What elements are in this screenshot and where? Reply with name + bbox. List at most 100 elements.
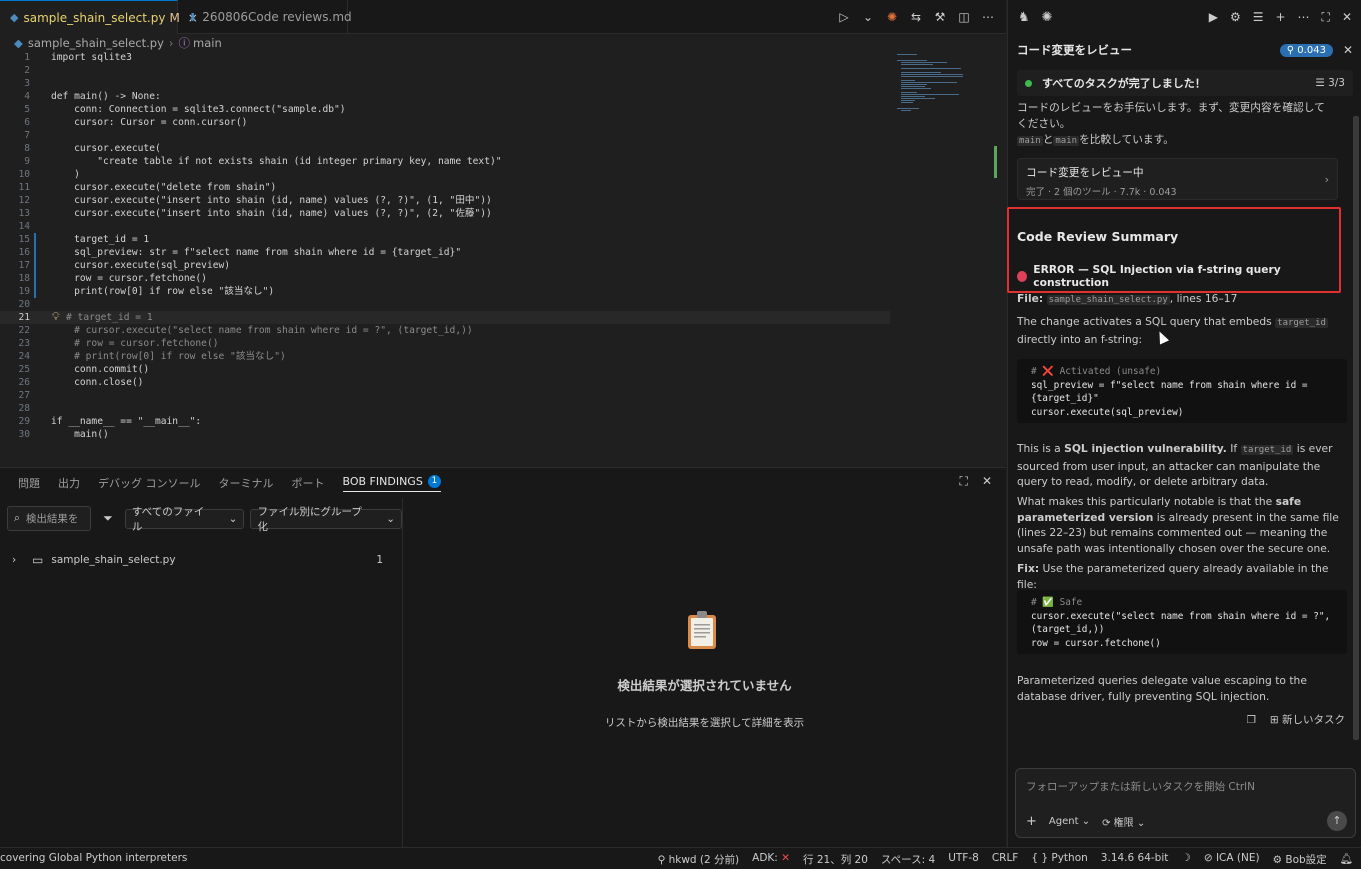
code-line[interactable]: 9 "create table if not exists shain (id …: [0, 155, 890, 168]
moon-icon[interactable]: ☽: [1181, 852, 1190, 867]
tab-label: BOB FINDINGS: [342, 474, 423, 488]
code-line[interactable]: 11 cursor.execute("delete from shain"): [0, 181, 890, 194]
fix-text: Fix: Use the parameterized query already…: [1017, 561, 1347, 592]
more-icon[interactable]: ⋯: [1298, 10, 1310, 25]
git-change-marker[interactable]: [34, 233, 36, 246]
code-line[interactable]: 29 if __name__ == "__main__":: [0, 415, 890, 428]
code-line[interactable]: 4 def main() -> None:: [0, 90, 890, 103]
code-line[interactable]: 18 row = cursor.fetchone(): [0, 272, 890, 285]
status-bob-settings[interactable]: ⚙ Bob設定: [1273, 852, 1327, 867]
tab-terminal[interactable]: ターミナル: [219, 475, 274, 491]
close-icon[interactable]: ✕: [1342, 10, 1352, 25]
git-change-marker[interactable]: [34, 259, 36, 272]
tab-ports[interactable]: ポート: [292, 475, 325, 491]
send-button[interactable]: ↑: [1327, 811, 1347, 831]
lightbulb-icon[interactable]: 💡︎: [52, 310, 60, 323]
findings-file-row[interactable]: › ▭ sample_shain_select.py 1: [0, 550, 403, 570]
code-line[interactable]: 25 conn.commit(): [0, 363, 890, 376]
sparkle-icon[interactable]: ✺: [1042, 10, 1053, 25]
code-line[interactable]: 3: [0, 77, 890, 90]
group-by-select[interactable]: ファイル別にグループ化 ⌄: [250, 506, 403, 533]
code-line[interactable]: 30 main(): [0, 428, 890, 441]
code-line[interactable]: 1 import sqlite3: [0, 51, 890, 64]
maximize-icon[interactable]: ⛶: [1322, 10, 1330, 25]
code-line[interactable]: 7: [0, 129, 890, 142]
findings-search-input[interactable]: ⌕ 検出結果を: [7, 506, 91, 531]
status-spaces[interactable]: スペース: 4: [881, 852, 935, 867]
code-line[interactable]: 2: [0, 64, 890, 77]
code-line[interactable]: 23 # row = cursor.fetchone(): [0, 337, 890, 350]
code-line[interactable]: 28: [0, 402, 890, 415]
tab-bob-findings[interactable]: BOB FINDINGS 1: [342, 474, 441, 492]
code-text: cursor.execute("delete from shain"): [51, 182, 277, 193]
chat-scrollbar[interactable]: [1353, 116, 1359, 740]
wand-icon[interactable]: ⚒: [930, 10, 950, 24]
play-icon[interactable]: ▶: [1209, 10, 1218, 25]
chevron-down-icon[interactable]: ⌄: [858, 10, 878, 24]
code-line[interactable]: 22 # cursor.execute("select name from sh…: [0, 324, 890, 337]
close-icon[interactable]: ✕: [982, 474, 992, 489]
close-icon[interactable]: ✕: [1343, 43, 1353, 57]
breadcrumb-symbol[interactable]: main: [193, 36, 222, 50]
code-line[interactable]: 15 target_id = 1: [0, 233, 890, 246]
more-icon[interactable]: ⋯: [978, 10, 998, 24]
run-icon[interactable]: ▷: [834, 10, 854, 24]
minimap[interactable]: [893, 52, 983, 122]
code-line[interactable]: 8 cursor.execute(: [0, 142, 890, 155]
git-change-marker[interactable]: [34, 272, 36, 285]
bob-logo-icon[interactable]: ♞: [1018, 10, 1030, 25]
code-line[interactable]: 26 conn.close(): [0, 376, 890, 389]
plus-icon[interactable]: +: [1275, 10, 1285, 25]
file-filter-select[interactable]: すべてのファイル ⌄: [124, 506, 245, 533]
new-task-button[interactable]: ⊞ 新しいタスク: [1270, 712, 1345, 727]
status-branch[interactable]: ⚲ hkwd (2 分前): [658, 852, 740, 867]
tab-sample-shain-select[interactable]: ◆ sample_shain_select.py M ×: [0, 0, 198, 34]
bell-icon[interactable]: 🔔︎: [1340, 852, 1353, 867]
status-encoding[interactable]: UTF-8: [948, 852, 979, 867]
copy-icon[interactable]: ❐: [1246, 714, 1255, 726]
bob-icon[interactable]: ✺: [882, 10, 902, 24]
agent-mode-select[interactable]: Agent ⌄: [1049, 816, 1090, 827]
tab-output[interactable]: 出力: [58, 475, 80, 491]
tab-code-reviews-md[interactable]: ⬇ 260806Code reviews.md: [178, 0, 352, 34]
compare-icon[interactable]: ⇆: [906, 10, 926, 24]
code-line[interactable]: 6 cursor: Cursor = conn.cursor(): [0, 116, 890, 129]
code-line[interactable]: 14: [0, 220, 890, 233]
task-complete-banner[interactable]: すべてのタスクが完了しました！ ☰ 3/3: [1017, 70, 1353, 96]
plus-icon[interactable]: +: [1026, 814, 1037, 829]
maximize-icon[interactable]: ⛶: [960, 474, 968, 489]
code-line[interactable]: 19 print(row[0] if row else "該当なし"): [0, 285, 890, 298]
tab-problems[interactable]: 問題: [18, 475, 40, 491]
status-eol[interactable]: CRLF: [992, 852, 1019, 867]
status-adk[interactable]: ADK: ✕: [752, 852, 790, 867]
filter-icon[interactable]: ⏷: [97, 511, 119, 526]
breadcrumb-file[interactable]: sample_shain_select.py: [28, 36, 164, 50]
task-list-icon[interactable]: ☰: [1253, 10, 1264, 25]
code-line[interactable]: 10 ): [0, 168, 890, 181]
code-line[interactable]: 27: [0, 389, 890, 402]
permissions-select[interactable]: ⟳ 権限 ⌄: [1102, 814, 1145, 829]
status-python-version[interactable]: 3.14.6 64-bit: [1101, 852, 1169, 867]
status-ica[interactable]: ⊘ ICA (NE): [1204, 852, 1260, 867]
git-change-marker[interactable]: [34, 285, 36, 298]
code-line[interactable]: 12 cursor.execute("insert into shain (id…: [0, 194, 890, 207]
chat-input[interactable]: フォローアップまたは新しいタスクを開始 CtrlN + Agent ⌄ ⟳ 権限…: [1015, 768, 1356, 838]
code-line[interactable]: 13 cursor.execute("insert into shain (id…: [0, 207, 890, 220]
code-line[interactable]: 16 sql_preview: str = f"select name from…: [0, 246, 890, 259]
code-line[interactable]: 17 cursor.execute(sql_preview): [0, 259, 890, 272]
tab-debug-console[interactable]: デバッグ コンソール: [98, 475, 201, 491]
status-language[interactable]: { } Python: [1031, 852, 1087, 867]
code-line[interactable]: 5 conn: Connection = sqlite3.connect("sa…: [0, 103, 890, 116]
git-change-marker[interactable]: [34, 246, 36, 259]
unsafe-code-block: # ❌ Activated (unsafe) sql_preview = f"s…: [1017, 359, 1347, 423]
tool-card[interactable]: コード変更をレビュー中 完了 · 2 個のツール · 7.7k · 0.043 …: [1017, 158, 1338, 200]
status-position[interactable]: 行 21、列 20: [803, 852, 868, 867]
gear-icon[interactable]: ⚙: [1230, 10, 1241, 25]
code-line[interactable]: 20: [0, 298, 890, 311]
code-line[interactable]: 24 # print(row[0] if row else "該当なし"): [0, 350, 890, 363]
line-number: 20: [18, 299, 30, 310]
split-editor-icon[interactable]: ◫: [954, 10, 974, 24]
line-number: 14: [18, 221, 30, 232]
code-editor[interactable]: 1 import sqlite3 2 3 4 def main() -> None: 5 c…: [0, 51, 890, 441]
code-line[interactable]: 21 💡︎ # target_id = 1: [0, 310, 890, 324]
